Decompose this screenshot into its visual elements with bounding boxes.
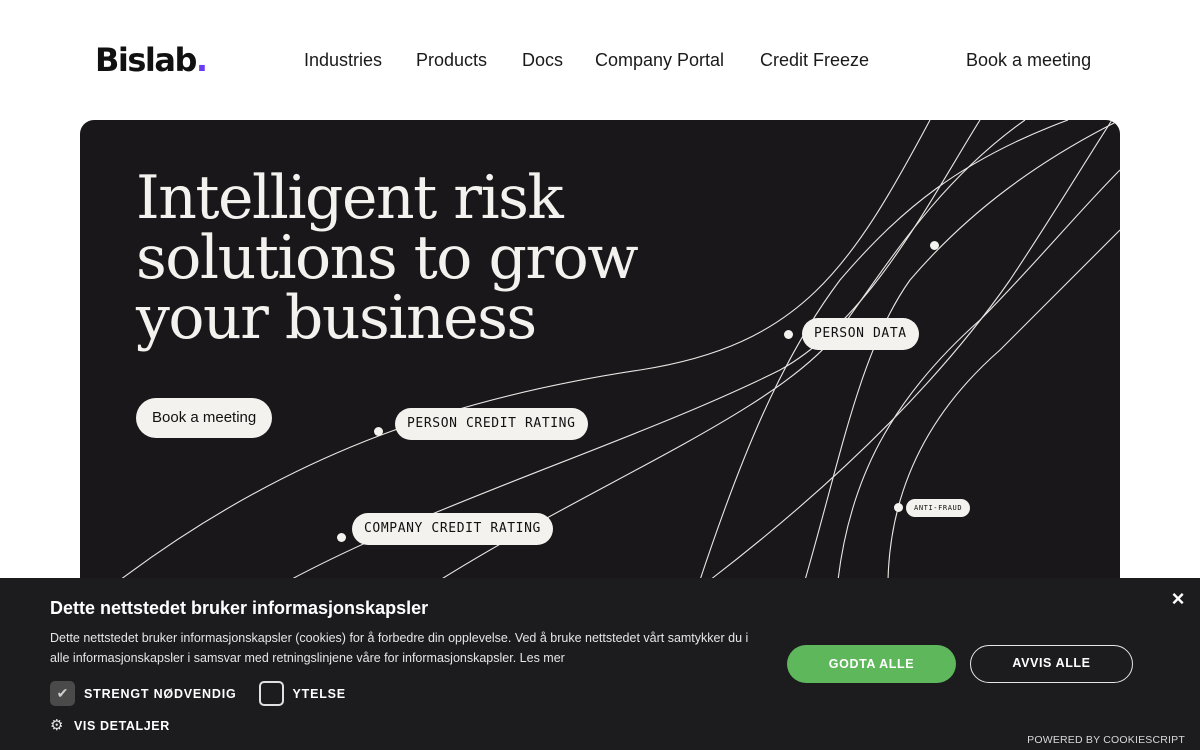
powered-by-link[interactable]: POWERED BY COOKIESCRIPT (1027, 734, 1185, 746)
read-more-link[interactable]: Les mer (520, 651, 565, 665)
strictly-necessary-checkbox[interactable]: ✔ (50, 681, 75, 706)
cookie-banner: Dette nettstedet bruker informasjonskaps… (0, 578, 1200, 750)
performance-checkbox[interactable] (258, 681, 284, 706)
tag-company-credit-rating: COMPANY CREDIT RATING (352, 513, 553, 545)
logo-text: Bislab (95, 41, 197, 79)
tag-dot (374, 427, 383, 436)
cookie-title: Dette nettstedet bruker informasjonskaps… (50, 598, 429, 618)
site-header: Bislab. Industries Products Docs Company… (0, 0, 1200, 120)
hero-title: Intelligent risk solutions to grow your … (136, 163, 639, 353)
tag-dot (784, 330, 793, 339)
hero-book-meeting-button[interactable]: Book a meeting (136, 398, 273, 438)
nav-products[interactable]: Products (416, 48, 487, 72)
cookie-text-body: Dette nettstedet bruker informasjonskaps… (50, 631, 749, 665)
logo[interactable]: Bislab. (95, 40, 208, 80)
show-details-label: VIS DETALJER (74, 719, 170, 733)
tag-person-data: PERSON DATA (802, 318, 919, 350)
show-details-toggle[interactable]: ⚙ VIS DETALJER (50, 718, 170, 734)
tag-dot (337, 533, 346, 542)
nav-industries[interactable]: Industries (304, 48, 382, 72)
reject-all-button[interactable]: AVVIS ALLE (970, 645, 1133, 683)
strictly-necessary-label: STRENGT NØDVENDIG (84, 686, 237, 701)
nav-company-portal[interactable]: Company Portal (595, 48, 724, 72)
performance-label: YTELSE (292, 686, 346, 701)
tag-person-credit-rating: PERSON CREDIT RATING (395, 408, 588, 440)
cookie-text: Dette nettstedet bruker informasjonskaps… (50, 628, 770, 668)
header-book-meeting-link[interactable]: Book a meeting (966, 48, 1091, 72)
close-icon[interactable]: × (1168, 588, 1188, 610)
accept-all-button[interactable]: GODTA ALLE (787, 645, 956, 683)
nav-credit-freeze[interactable]: Credit Freeze (760, 48, 869, 72)
nav-docs[interactable]: Docs (522, 48, 563, 72)
check-icon: ✔ (56, 685, 69, 701)
logo-dot: . (195, 41, 208, 79)
tag-anti-fraud: ANTI-FRAUD (906, 499, 971, 517)
gear-icon: ⚙ (50, 717, 64, 734)
consent-checkboxes: ✔ STRENGT NØDVENDIG YTELSE (50, 681, 346, 706)
tag-dot (930, 241, 939, 250)
tag-dot (894, 503, 903, 512)
